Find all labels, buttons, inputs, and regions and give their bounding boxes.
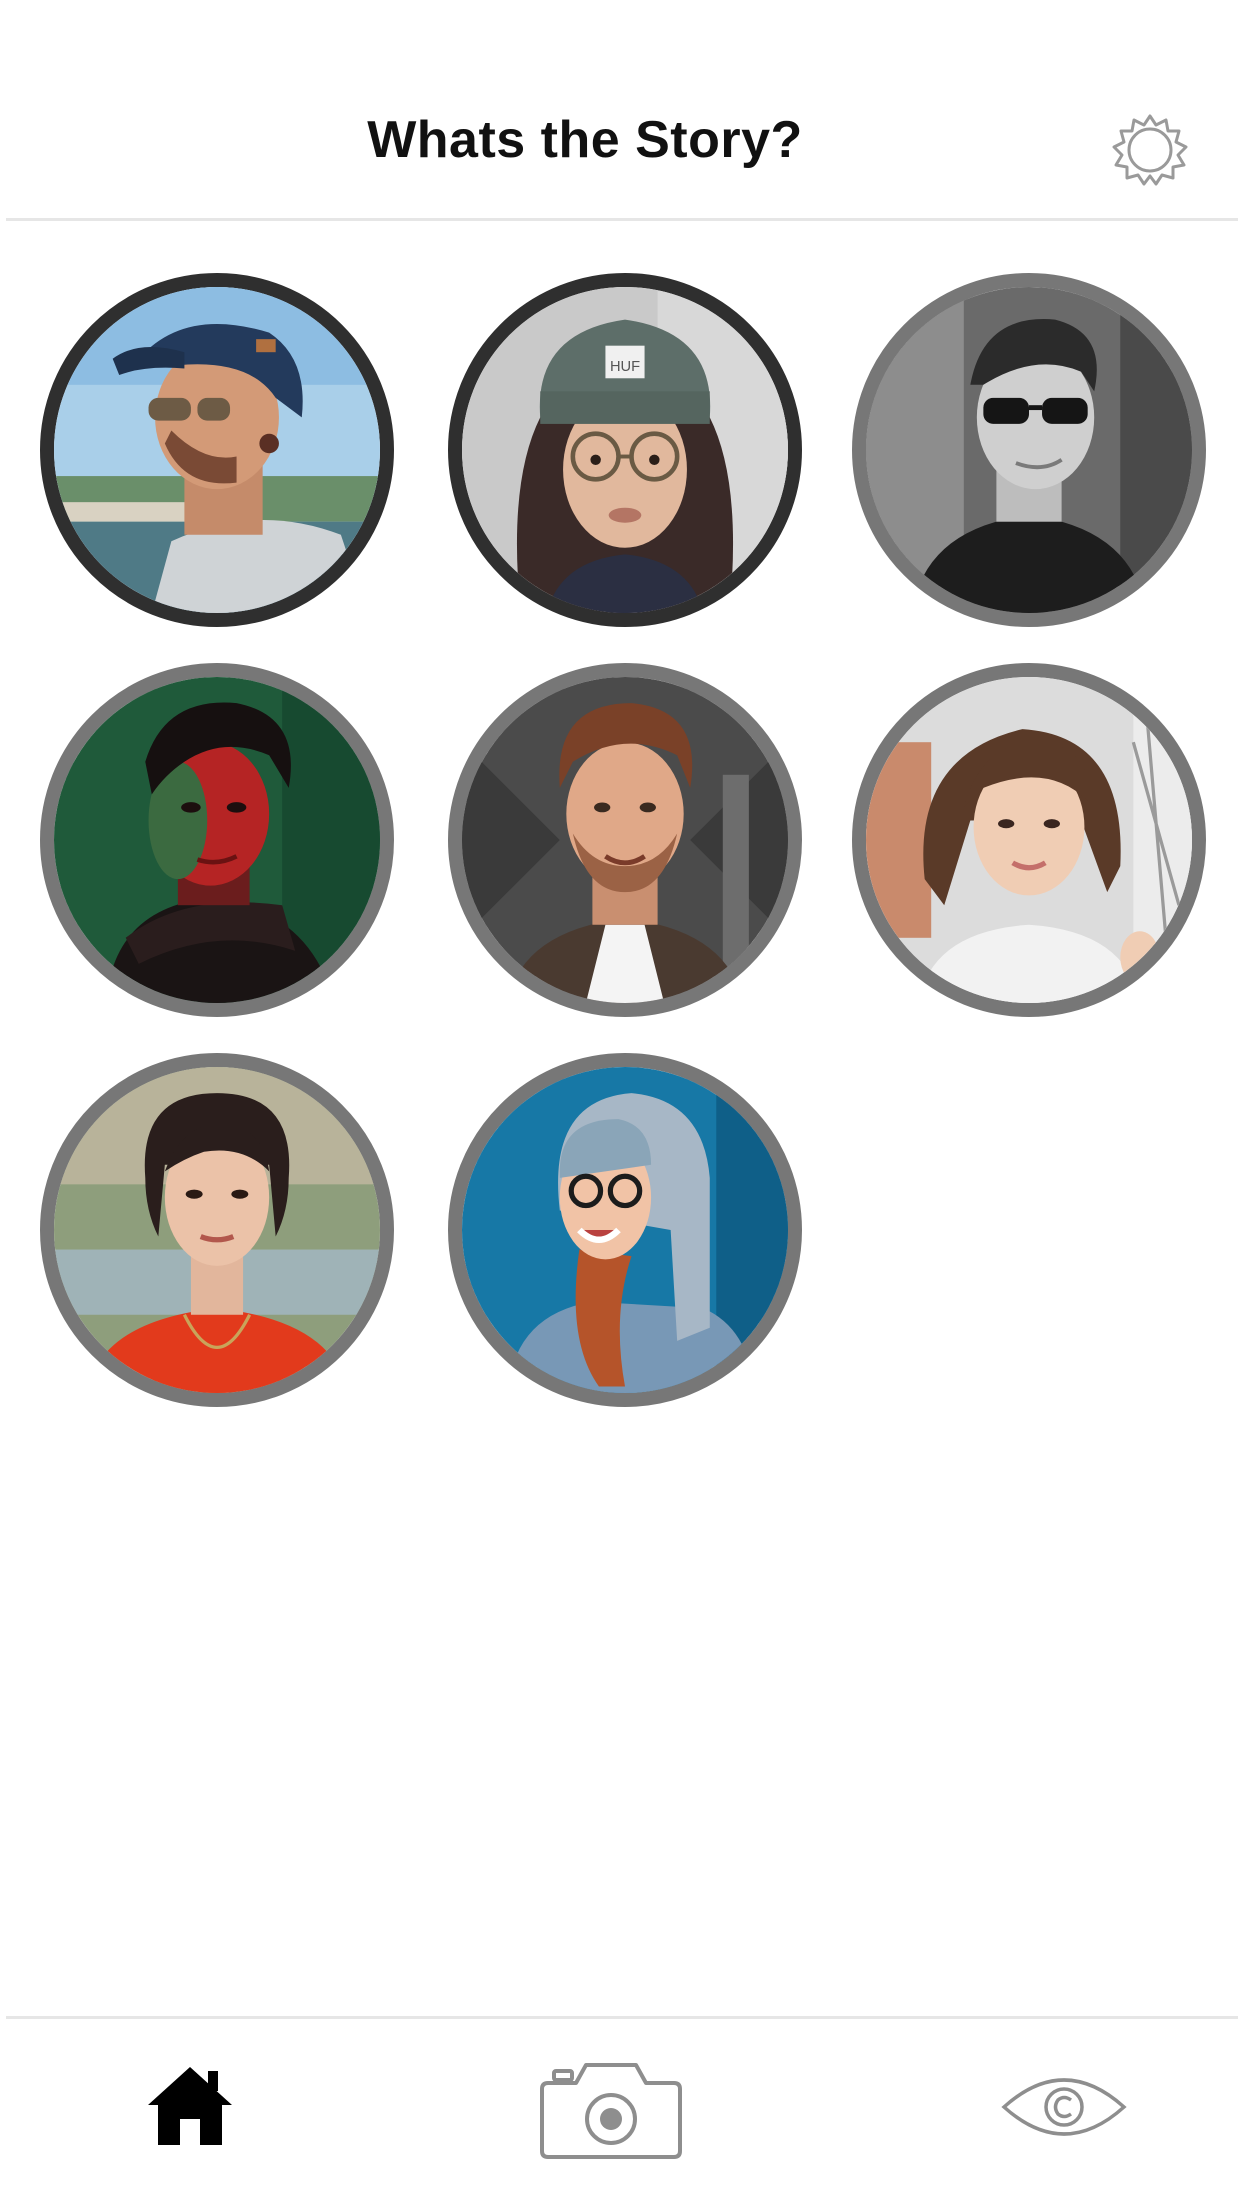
story-avatar-7-photo (54, 1067, 380, 1393)
tab-home[interactable] (140, 2061, 240, 2151)
story-avatar-6-photo (866, 677, 1192, 1003)
story-avatar-4[interactable] (40, 663, 394, 1017)
story-avatar-1-photo (54, 287, 380, 613)
story-avatar-3-photo (866, 287, 1192, 613)
story-avatar-2[interactable]: HUF (448, 273, 802, 627)
home-icon (148, 2067, 232, 2145)
story-avatar-5-photo (462, 677, 788, 1003)
story-avatar-2-photo: HUF (462, 287, 788, 613)
stories-grid: HUF (0, 0, 1242, 1450)
story-avatar-8[interactable] (448, 1053, 802, 1407)
story-avatar-4-photo (54, 677, 380, 1003)
beanie-logo-text: HUF (610, 359, 640, 375)
tab-camera[interactable] (536, 2055, 686, 2163)
eye-icon (1001, 2078, 1127, 2136)
story-avatar-5[interactable] (448, 663, 802, 1017)
tab-views[interactable] (1000, 2067, 1128, 2147)
story-avatar-7[interactable] (40, 1053, 394, 1407)
story-avatar-6[interactable] (852, 663, 1206, 1017)
story-avatar-1[interactable] (40, 273, 394, 627)
bottom-tab-bar (0, 2019, 1242, 2208)
story-avatar-8-photo (462, 1067, 788, 1393)
camera-icon (540, 2063, 682, 2159)
story-avatar-3[interactable] (852, 273, 1206, 627)
